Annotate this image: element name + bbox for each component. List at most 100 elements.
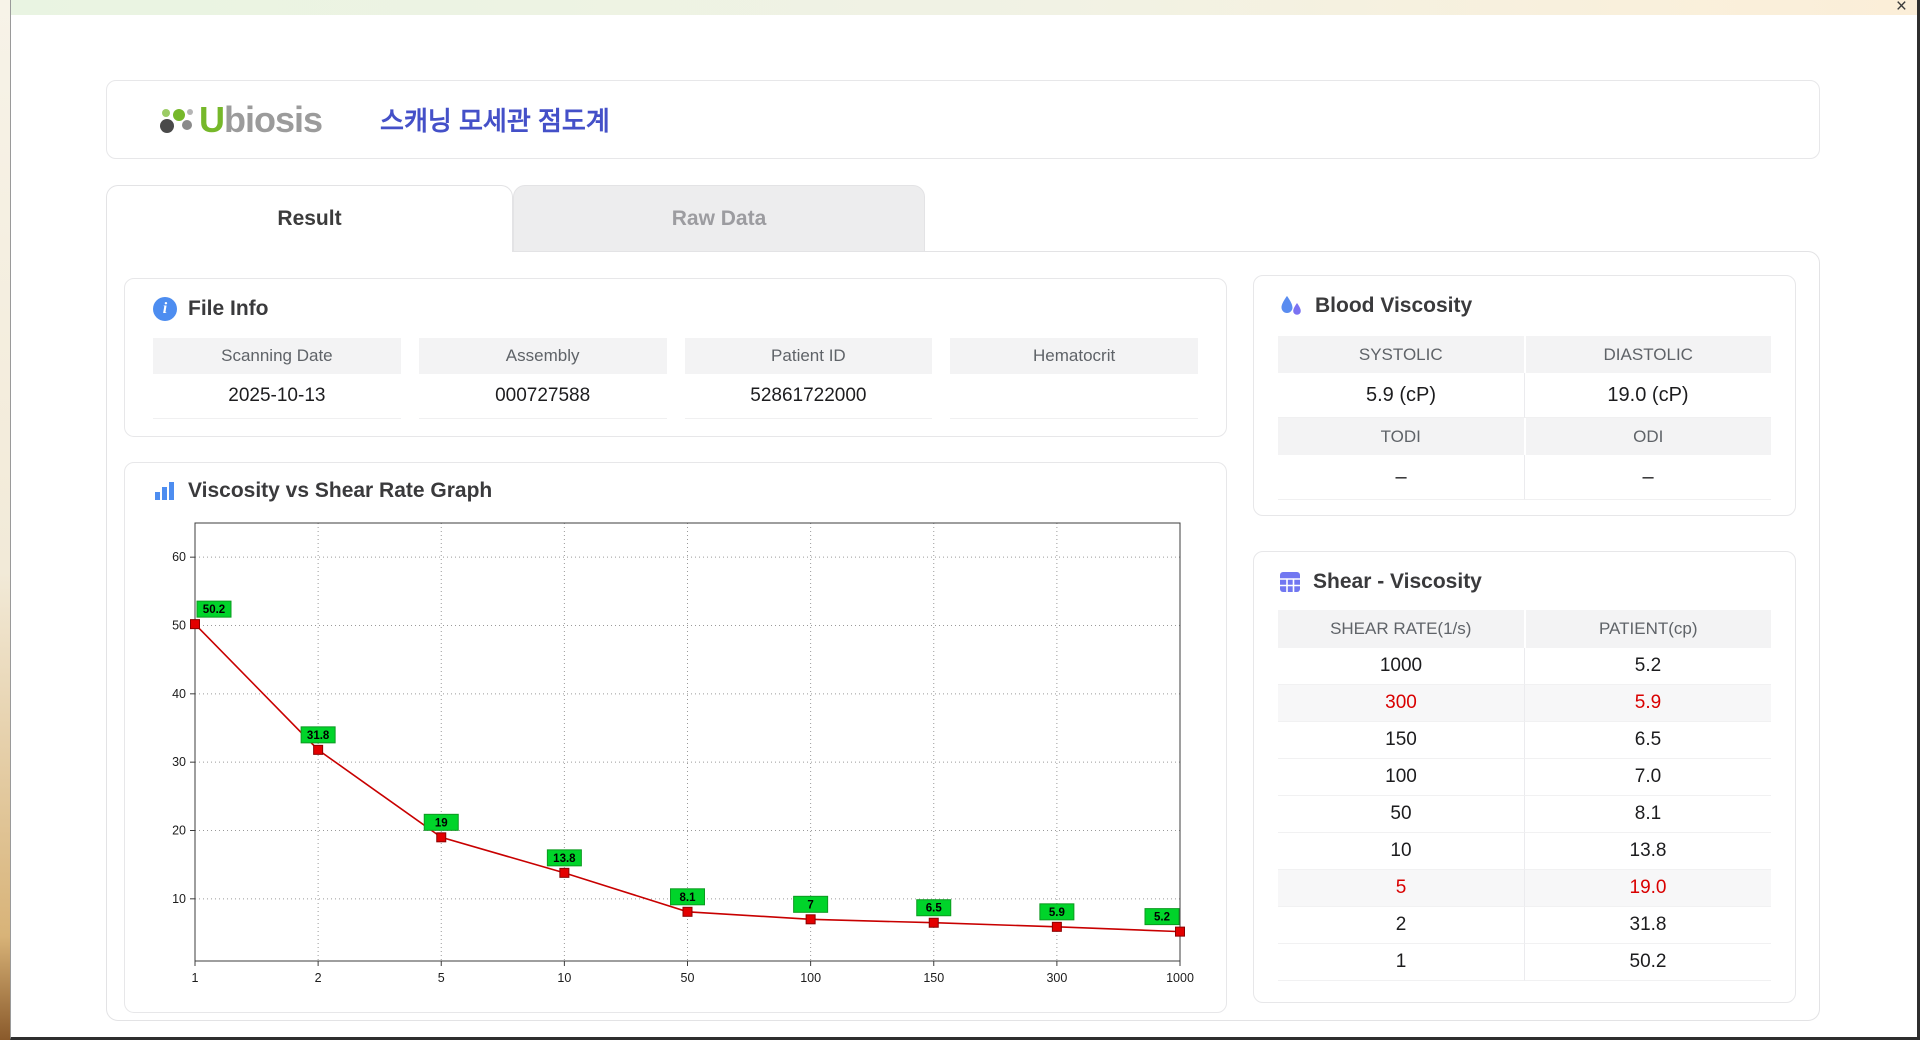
info-icon: [153, 297, 177, 321]
file-info-fields: Scanning Date 2025-10-13 Assembly 000727…: [153, 338, 1198, 419]
cell-patient: 5.9: [1525, 685, 1771, 722]
field-label: Hematocrit: [950, 338, 1198, 374]
shear-viscosity-title: Shear - Viscosity: [1313, 570, 1482, 593]
cell-shear: 1: [1278, 944, 1525, 981]
svg-text:19: 19: [435, 817, 448, 829]
svg-text:1: 1: [192, 971, 199, 985]
graph-title: Viscosity vs Shear Rate Graph: [188, 479, 493, 502]
svg-text:8.1: 8.1: [680, 892, 697, 904]
cell-patient: 7.0: [1525, 759, 1771, 796]
tab-bar: Result Raw Data: [106, 185, 1820, 252]
blood-viscosity-heading: Blood Viscosity: [1278, 292, 1771, 320]
cell-shear: 50: [1278, 796, 1525, 833]
svg-text:40: 40: [172, 687, 186, 701]
field-value: [950, 374, 1198, 419]
svg-text:31.8: 31.8: [307, 730, 330, 742]
cell-shear: 10: [1278, 833, 1525, 870]
ubiosis-logo: Ubiosis: [153, 98, 323, 141]
svg-text:50: 50: [681, 971, 695, 985]
field-patient-id: Patient ID 52861722000: [684, 338, 933, 419]
cell-patient: 6.5: [1525, 722, 1771, 759]
cell-patient: 13.8: [1525, 833, 1771, 870]
logo-text: Ubiosis: [199, 98, 323, 140]
table-row: 1 50.2: [1278, 944, 1771, 981]
cell-shear: 300: [1278, 685, 1525, 722]
column-patient: PATIENT(cp): [1525, 610, 1771, 648]
table-row: 5 19.0: [1278, 870, 1771, 907]
header: Ubiosis 스캐닝 모세관 점도계: [106, 80, 1820, 159]
tab-result[interactable]: Result: [106, 185, 513, 252]
file-info-panel: File Info Scanning Date 2025-10-13 Assem…: [124, 278, 1227, 437]
file-info-title: File Info: [188, 297, 269, 320]
graph-heading: Viscosity vs Shear Rate Graph: [153, 477, 1198, 505]
svg-text:7: 7: [807, 899, 813, 911]
cell-patient: 5.2: [1525, 648, 1771, 685]
bv-value-odi: –: [1525, 455, 1771, 500]
table-row: 100 7.0: [1278, 759, 1771, 796]
bv-label-diastolic: DIASTOLIC: [1525, 336, 1771, 373]
svg-text:10: 10: [172, 892, 186, 906]
field-value: 52861722000: [684, 374, 933, 419]
bv-value-diastolic: 19.0 (cP): [1525, 373, 1771, 418]
cell-shear: 100: [1278, 759, 1525, 796]
app-root: Ubiosis 스캐닝 모세관 점도계 Result Raw Data File…: [106, 80, 1820, 1021]
bv-value-todi: –: [1278, 455, 1525, 500]
blood-viscosity-table: SYSTOLIC DIASTOLIC 5.9 (cP) 19.0 (cP) TO…: [1278, 336, 1771, 500]
cell-patient: 8.1: [1525, 796, 1771, 833]
field-hematocrit: Hematocrit: [950, 338, 1198, 419]
blood-viscosity-panel: Blood Viscosity SYSTOLIC DIASTOLIC 5.9 (…: [1253, 275, 1796, 516]
svg-text:50.2: 50.2: [203, 604, 225, 616]
viscosity-chart: 10 20 30 40 50 60 1 2 5 10 50 100 150 300 1000 50.2 31.8…: [172, 522, 1194, 985]
field-value: 000727588: [418, 374, 667, 419]
desktop-edge: [0, 0, 10, 1040]
bv-label-todi: TODI: [1278, 418, 1526, 455]
content-panel: File Info Scanning Date 2025-10-13 Assem…: [106, 251, 1820, 1021]
svg-text:20: 20: [172, 823, 186, 837]
cell-shear: 2: [1278, 907, 1525, 944]
shear-viscosity-panel: Shear - Viscosity SHEAR RATE(1/s) PATIEN…: [1253, 551, 1796, 1003]
tab-raw-data[interactable]: Raw Data: [513, 185, 925, 252]
cell-patient: 50.2: [1525, 944, 1771, 981]
shear-viscosity-heading: Shear - Viscosity: [1278, 568, 1771, 596]
svg-text:300: 300: [1046, 971, 1067, 985]
table-row: 2 31.8: [1278, 907, 1771, 944]
page-title: 스캐닝 모세관 점도계: [380, 106, 610, 136]
field-scanning-date: Scanning Date 2025-10-13: [153, 338, 401, 419]
svg-text:30: 30: [172, 755, 186, 769]
svg-text:2: 2: [315, 971, 322, 985]
column-shear-rate: SHEAR RATE(1/s): [1278, 610, 1526, 648]
cell-shear: 1000: [1278, 648, 1525, 685]
graph-panel: Viscosity vs Shear Rate Graph 10 20 30 40 50…: [124, 462, 1227, 1013]
bv-label-odi: ODI: [1525, 418, 1771, 455]
field-label: Assembly: [418, 338, 667, 374]
field-label: Scanning Date: [153, 338, 401, 374]
field-value: 2025-10-13: [153, 374, 401, 419]
close-icon[interactable]: ×: [1896, 0, 1907, 16]
shear-viscosity-table: SHEAR RATE(1/s) PATIENT(cp) 1000 5.2 300…: [1278, 610, 1771, 981]
cell-shear: 5: [1278, 870, 1525, 907]
svg-text:100: 100: [800, 971, 821, 985]
field-label: Patient ID: [684, 338, 933, 374]
svg-text:5.9: 5.9: [1049, 907, 1065, 919]
svg-text:150: 150: [923, 971, 944, 985]
cell-patient: 31.8: [1525, 907, 1771, 944]
logo-dots-icon: [153, 100, 197, 140]
table-row: 10 13.8: [1278, 833, 1771, 870]
app-window: × Ubiosis 스캐닝 모세관 점도계 Result Raw Data i …: [10, 0, 1920, 1040]
bv-value-systolic: 5.9 (cP): [1278, 373, 1525, 418]
bv-label-systolic: SYSTOLIC: [1278, 336, 1526, 373]
table-row: 150 6.5: [1278, 722, 1771, 759]
file-info-heading: File Info: [153, 295, 1198, 323]
field-assembly: Assembly 000727588: [418, 338, 667, 419]
table-row: 50 8.1: [1278, 796, 1771, 833]
svg-text:5.2: 5.2: [1154, 912, 1170, 924]
bar-chart-icon: [153, 480, 177, 502]
title-bar: ×: [11, 0, 1917, 16]
svg-text:13.8: 13.8: [553, 853, 576, 865]
cell-patient: 19.0: [1525, 870, 1771, 907]
table-grid-icon: [1278, 570, 1302, 594]
cell-shear: 150: [1278, 722, 1525, 759]
droplets-icon: [1278, 293, 1304, 319]
table-row: 300 5.9: [1278, 685, 1771, 722]
table-row: 1000 5.2: [1278, 648, 1771, 685]
